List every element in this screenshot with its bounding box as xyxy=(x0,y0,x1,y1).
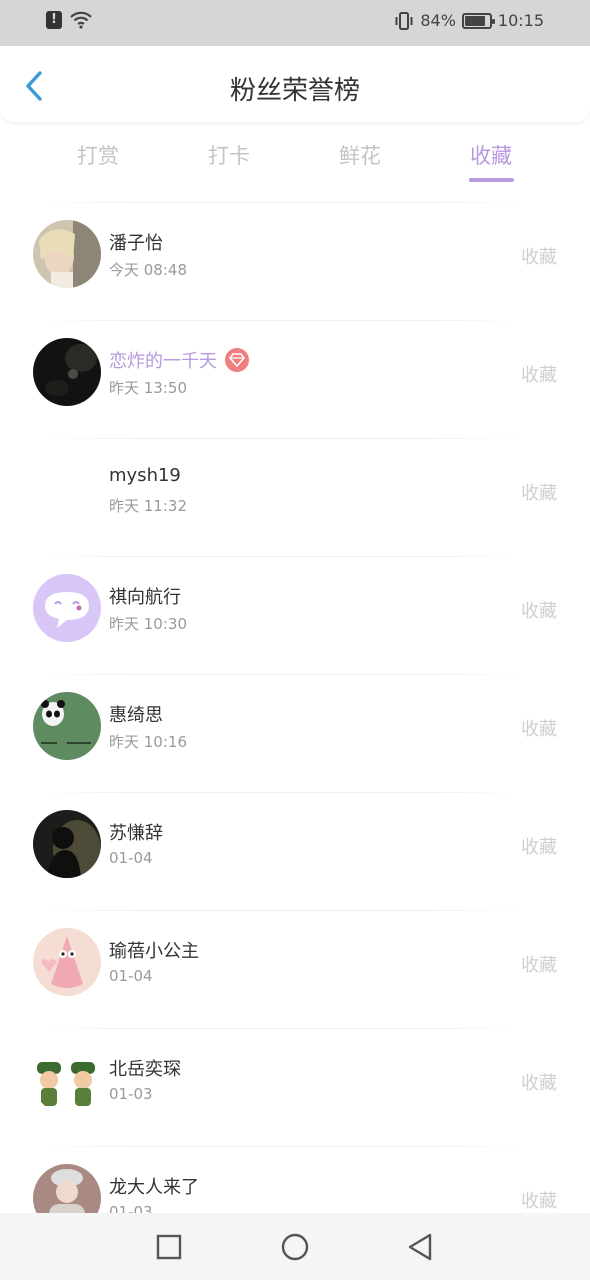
favorite-time: 昨天 11:32 xyxy=(109,497,187,515)
favorite-label: 收藏 xyxy=(521,719,557,740)
list-item[interactable]: 惠绮思 昨天 10:16 收藏 xyxy=(0,667,590,785)
avatar xyxy=(33,456,101,524)
favorite-label: 收藏 xyxy=(521,837,557,858)
list-item[interactable]: 恋炸的一千天 昨天 13:50 收藏 xyxy=(0,313,590,431)
avatar xyxy=(33,692,101,760)
tab-checkin[interactable]: 打卡 xyxy=(169,140,289,170)
user-name: mysh19 xyxy=(109,465,181,486)
favorite-label: 收藏 xyxy=(521,1191,557,1212)
user-name: 潘子怡 xyxy=(109,233,163,254)
user-name: 北岳奕琛 xyxy=(109,1059,181,1080)
favorite-time: 昨天 10:30 xyxy=(109,615,187,633)
favorite-time: 01-04 xyxy=(109,849,153,867)
diamond-icon xyxy=(225,348,249,372)
user-name: 惠绮思 xyxy=(109,705,163,726)
status-time: 10:15 xyxy=(497,11,544,30)
system-nav-bar xyxy=(0,1213,590,1280)
favorite-label: 收藏 xyxy=(521,1073,557,1094)
recent-apps-button[interactable] xyxy=(153,1231,185,1263)
vibrate-icon xyxy=(395,11,413,30)
avatar xyxy=(33,928,101,996)
list-item[interactable]: 北岳奕琛 01-03 收藏 xyxy=(0,1021,590,1139)
status-bar: ! 84% 10:15 xyxy=(0,0,590,46)
app-header: 粉丝荣誉榜 xyxy=(0,46,590,122)
favorite-label: 收藏 xyxy=(521,247,557,268)
status-bar-left: ! xyxy=(46,11,92,29)
favorite-time: 今天 08:48 xyxy=(109,261,187,279)
list-item[interactable]: 瑜蓓小公主 01-04 收藏 xyxy=(0,903,590,1021)
favorite-label: 收藏 xyxy=(521,365,557,386)
user-name: 祺向航行 xyxy=(109,587,181,608)
avatar xyxy=(33,220,101,288)
tab-bar: 打赏 打卡 鲜花 收藏 xyxy=(0,122,590,202)
battery-fill xyxy=(464,15,486,26)
list-item[interactable]: mysh19 昨天 11:32 收藏 xyxy=(0,431,590,549)
avatar xyxy=(33,338,101,406)
user-name: 龙大人来了 xyxy=(109,1177,199,1198)
page-title: 粉丝荣誉榜 xyxy=(229,76,360,106)
tab-flowers[interactable]: 鲜花 xyxy=(300,140,420,170)
favorite-time: 01-04 xyxy=(109,967,153,985)
home-button[interactable] xyxy=(279,1231,311,1263)
list-item[interactable]: 潘子怡 今天 08:48 收藏 xyxy=(0,195,590,313)
avatar xyxy=(33,574,101,642)
back-nav-button[interactable] xyxy=(404,1231,436,1263)
recent-apps-icon xyxy=(156,1234,182,1260)
active-tab-indicator xyxy=(469,178,514,182)
favorite-label: 收藏 xyxy=(521,955,557,976)
favorite-time: 昨天 13:50 xyxy=(109,379,187,397)
battery-icon xyxy=(461,12,495,29)
home-icon xyxy=(281,1233,309,1261)
favorite-time: 昨天 10:16 xyxy=(109,733,187,751)
user-name: 苏慊辞 xyxy=(109,823,163,844)
avatar xyxy=(33,1046,101,1114)
tab-reward[interactable]: 打赏 xyxy=(38,140,158,170)
favorite-time: 01-03 xyxy=(109,1085,153,1103)
battery-percent: 84% xyxy=(420,11,456,30)
back-icon xyxy=(408,1233,432,1261)
status-bar-right: 84% 10:15 xyxy=(394,11,544,30)
alert-icon: ! xyxy=(46,11,62,29)
wifi-icon xyxy=(70,11,92,29)
favorite-label: 收藏 xyxy=(521,601,557,622)
list-item[interactable]: 苏慊辞 01-04 收藏 xyxy=(0,785,590,903)
user-name: 恋炸的一千天 xyxy=(109,347,249,373)
tab-favorites[interactable]: 收藏 xyxy=(431,140,551,170)
user-name: 瑜蓓小公主 xyxy=(109,941,199,962)
favorite-label: 收藏 xyxy=(521,483,557,504)
fan-list: 潘子怡 今天 08:48 收藏 恋炸的一千天 昨天 13:50 收藏 mysh1… xyxy=(0,195,590,1257)
list-item[interactable]: 祺向航行 昨天 10:30 收藏 xyxy=(0,549,590,667)
avatar xyxy=(33,810,101,878)
